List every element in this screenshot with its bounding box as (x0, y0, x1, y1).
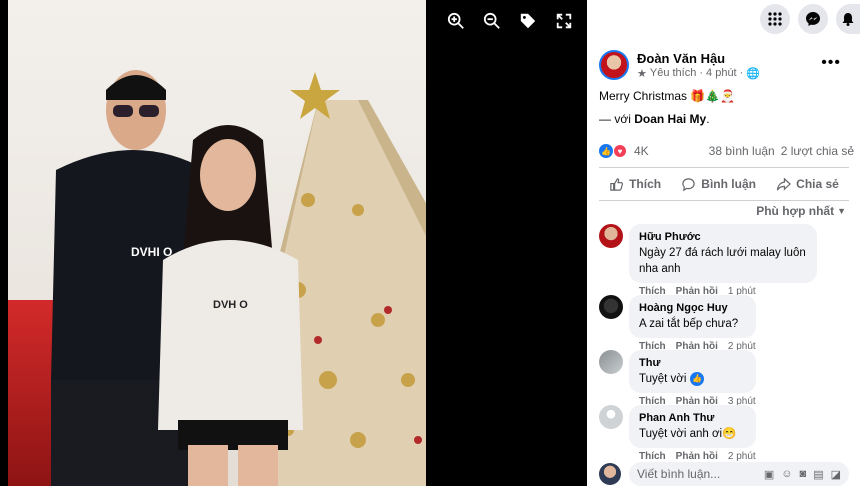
follow-status[interactable]: Yêu thích (650, 67, 696, 79)
comment-actions: Thích Phản hồi 2 phút (639, 451, 756, 462)
gif-icon[interactable]: ▤ (813, 468, 823, 481)
woman-figure: DVH O (158, 125, 303, 486)
author-avatar[interactable] (599, 50, 629, 80)
comments-count[interactable]: 38 bình luận (709, 144, 775, 158)
commenter-avatar[interactable] (599, 350, 623, 374)
star-icon: ★ (637, 67, 647, 80)
commenter-name[interactable]: Hữu Phước (639, 229, 807, 245)
post-photo[interactable]: DVHI O DVH O (8, 0, 426, 486)
post-text: Merry Christmas 🎁🎄🎅 — với Doan Hai My. (599, 86, 854, 129)
commenter-avatar[interactable] (599, 224, 623, 248)
reaction-count[interactable]: 👍 ♥ 4K (599, 144, 649, 158)
commenter-avatar[interactable] (599, 405, 623, 429)
emoji-icon[interactable]: ☺ (781, 468, 792, 481)
post-time[interactable]: 4 phút (706, 67, 737, 79)
comment-bubble: Hữu Phước Ngày 27 đá rách lưới malay luô… (629, 224, 817, 283)
like-reaction-icon: 👍 (599, 144, 613, 158)
photo-post-view: DVHI O DVH O Đoàn Văn Hậu ★ Yêu thích · … (0, 0, 860, 486)
camera-icon[interactable]: ◙ (800, 468, 807, 481)
share-icon (776, 176, 792, 191)
comment-bubble: Thư Tuyệt vời 👍 (629, 350, 756, 393)
comment-item: Phan Anh Thư Tuyệt vời anh ơi😁 Thích Phả… (599, 405, 756, 462)
comment-sort-dropdown[interactable]: Phù hợp nhất ▼ (756, 204, 846, 218)
comment-input[interactable]: Viết bình luận... ▣ ☺ ◙ ▤ ◪ (629, 462, 849, 486)
reaction-summary: 👍 ♥ 4K 38 bình luận 2 lượt chia sẻ (599, 144, 854, 158)
user-avatar[interactable] (599, 463, 621, 485)
comment-like-button[interactable]: Thích (639, 451, 666, 462)
tag-icon[interactable] (517, 10, 539, 32)
commenter-name[interactable]: Phan Anh Thư (639, 410, 746, 426)
menu-grid-icon[interactable] (760, 3, 790, 34)
like-reaction-icon[interactable]: 👍 (690, 372, 705, 386)
comment-item: Hữu Phước Ngày 27 đá rách lưới malay luô… (599, 224, 817, 297)
commenter-name[interactable]: Hoàng Ngọc Huy (639, 300, 746, 316)
comment-bubble: Hoàng Ngọc Huy A zai tắt bếp chưa? (629, 295, 756, 338)
post-header: Đoàn Văn Hậu ★ Yêu thích · 4 phút · 🌐 ••… (599, 50, 849, 80)
notifications-icon[interactable] (836, 3, 860, 34)
author-name[interactable]: Đoàn Văn Hậu (637, 51, 760, 66)
shares-count[interactable]: 2 lượt chia sẻ (781, 144, 854, 158)
comment-text: A zai tắt bếp chưa? (639, 318, 739, 330)
post-caption: Merry Christmas 🎁🎄🎅 (599, 89, 736, 103)
top-bar (587, 0, 860, 37)
photo-viewer: DVHI O DVH O (0, 0, 587, 486)
thumbs-up-icon (610, 177, 624, 191)
comment-icon (682, 177, 696, 191)
comment-bubble: Phan Anh Thư Tuyệt vời anh ơi😁 (629, 405, 756, 448)
tagged-person[interactable]: Doan Hai My (634, 112, 706, 126)
comment-button[interactable]: Bình luận (681, 177, 756, 192)
comment-text: Tuyệt vời anh ơi😁 (639, 428, 737, 440)
share-button[interactable]: Chia sẻ (776, 176, 839, 192)
commenter-name[interactable]: Thư (639, 355, 746, 371)
comment-reply-button[interactable]: Phản hồi (676, 451, 718, 462)
comment-time[interactable]: 2 phút (728, 451, 756, 462)
chevron-down-icon: ▼ (837, 206, 846, 216)
fullscreen-icon[interactable] (553, 10, 575, 32)
sticker-icon[interactable]: ▣ (764, 468, 774, 481)
comment-text: Tuyệt vời (639, 373, 687, 385)
tagged-with: — với Doan Hai My. (599, 112, 710, 126)
zoom-in-icon[interactable] (445, 10, 467, 32)
commenter-avatar[interactable] (599, 295, 623, 319)
attach-sticker-icon[interactable]: ◪ (831, 468, 841, 481)
hoodie-text: DVH O (213, 299, 248, 311)
globe-icon: 🌐 (746, 67, 760, 80)
zoom-out-icon[interactable] (481, 10, 503, 32)
post-sidebar: Đoàn Văn Hậu ★ Yêu thích · 4 phút · 🌐 ••… (587, 0, 860, 486)
comment-composer: Viết bình luận... ▣ ☺ ◙ ▤ ◪ (599, 462, 849, 486)
viewer-toolbar (445, 10, 575, 32)
messenger-icon[interactable] (798, 3, 828, 34)
post-meta: ★ Yêu thích · 4 phút · 🌐 (637, 67, 760, 80)
like-button[interactable]: Thích (609, 177, 661, 192)
comment-item: Thư Tuyệt vời 👍 Thích Phản hồi 3 phút (599, 350, 756, 407)
post-actions: Thích Bình luận Chia sẻ (599, 167, 849, 201)
love-reaction-icon: ♥ (613, 144, 627, 158)
comment-item: Hoàng Ngọc Huy A zai tắt bếp chưa? Thích… (599, 295, 756, 352)
comment-text: Ngày 27 đá rách lưới malay luôn nha anh (639, 247, 806, 275)
more-options-icon[interactable]: ••• (821, 54, 841, 72)
